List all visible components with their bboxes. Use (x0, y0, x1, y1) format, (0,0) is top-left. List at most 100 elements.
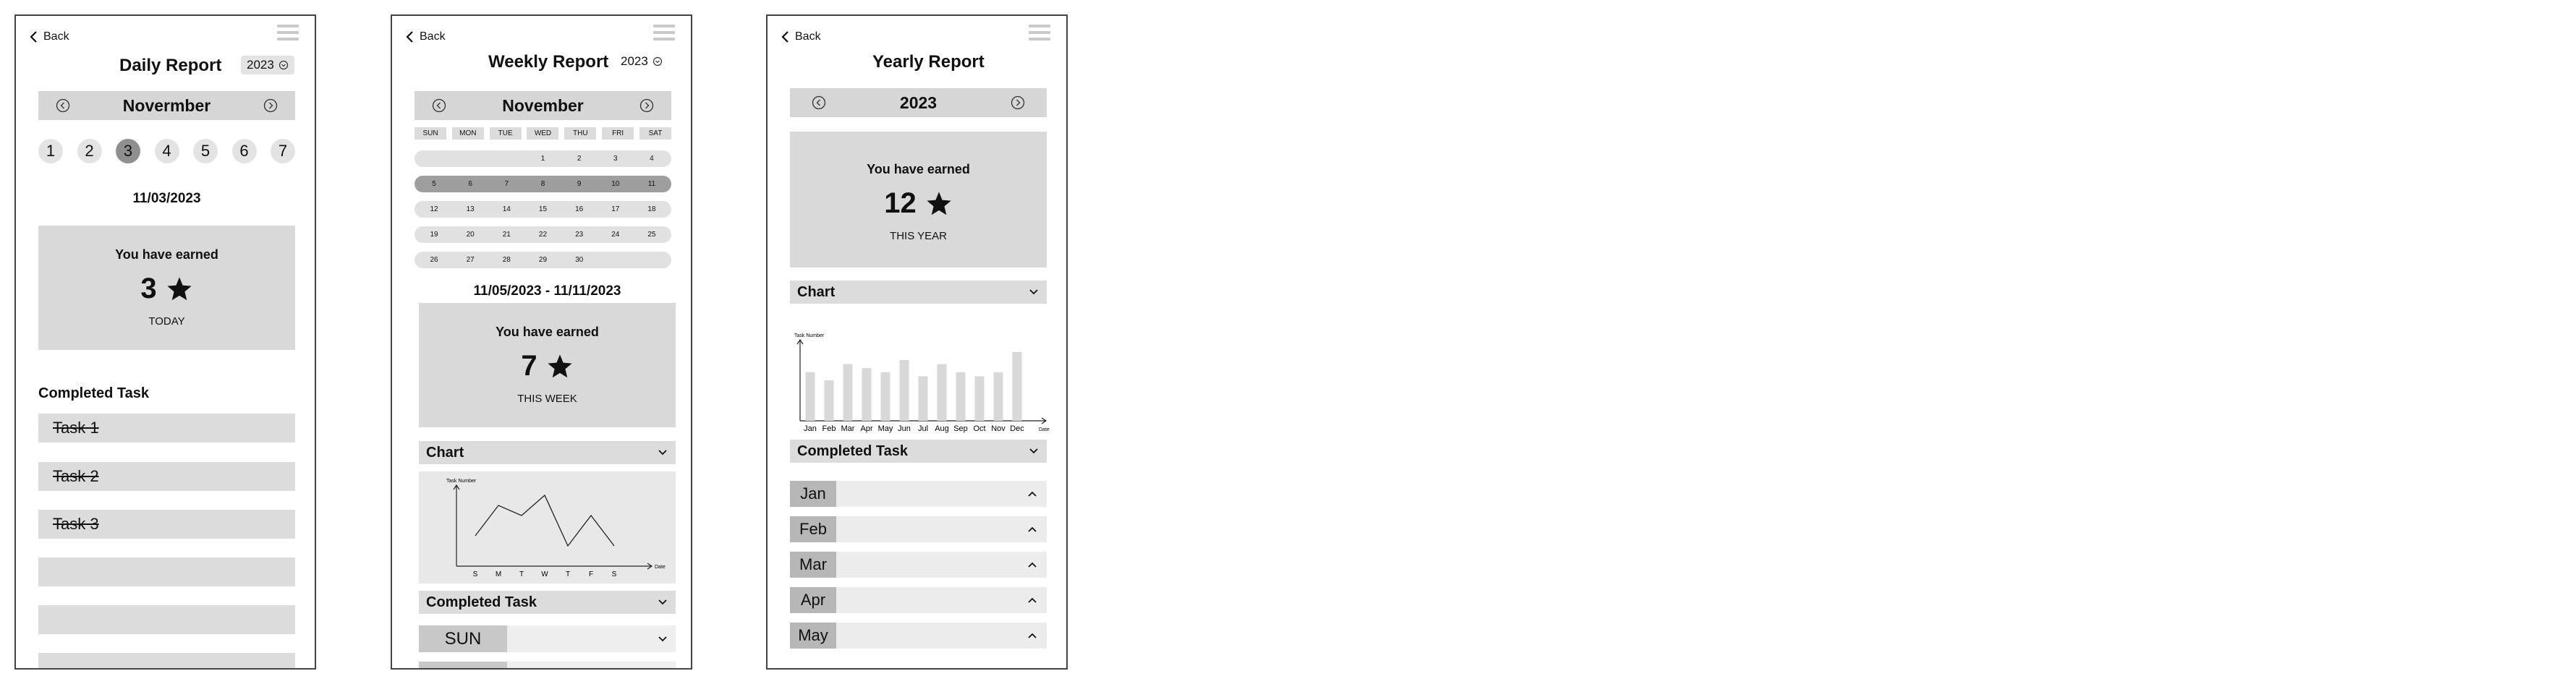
bar (899, 360, 909, 421)
task-item-empty[interactable] (38, 653, 295, 668)
earned-text: You have earned (867, 162, 970, 176)
year-selector[interactable]: 2023 (241, 56, 294, 74)
weekday-label: MON (451, 127, 484, 140)
calendar-week-row[interactable]: 1 2 3 4 (415, 150, 671, 167)
line-chart: Task Number Date S M T W T F S (446, 479, 666, 578)
day-button[interactable]: 5 (193, 139, 218, 163)
month-accordion-item[interactable]: Feb (790, 516, 1047, 542)
chevron-down-icon (1029, 448, 1038, 454)
calendar-day: 19 (430, 231, 438, 239)
weekday-label: THU (564, 127, 597, 140)
back-label: Back (795, 30, 821, 43)
x-tick-label: Apr (860, 424, 872, 433)
calendar-day: 27 (466, 256, 475, 264)
task-item[interactable]: Task 2 (38, 462, 295, 491)
y-axis-label: Task Number (446, 479, 477, 484)
day-button[interactable]: 4 (154, 139, 179, 163)
next-month-icon[interactable] (639, 98, 654, 113)
weekday-label: TUE (489, 127, 522, 140)
day-button[interactable]: 2 (77, 139, 102, 163)
x-axis-label: Date (1039, 427, 1050, 432)
calendar-day: 20 (466, 231, 475, 239)
back-button[interactable]: Back (781, 30, 821, 43)
task-item[interactable]: Task 3 (38, 510, 295, 539)
calendar-week-row[interactable]: 26 27 28 29 30 (415, 252, 671, 268)
selected-date: 11/03/2023 (132, 191, 201, 206)
calendar-week-row[interactable]: 12 13 14 15 16 17 18 (415, 201, 671, 218)
day-button[interactable]: 1 (38, 139, 63, 163)
back-button[interactable]: Back (405, 30, 446, 43)
task-item-empty[interactable] (38, 605, 295, 634)
previous-month-icon[interactable] (432, 98, 446, 113)
x-tick-label: Feb (822, 424, 836, 433)
calendar-day: 17 (611, 205, 620, 213)
month-accordion-label: May (790, 623, 836, 649)
back-button[interactable]: Back (29, 30, 69, 43)
x-tick-label: M (496, 570, 501, 578)
bar (993, 372, 1003, 421)
y-axis-label: Task Number (794, 333, 825, 338)
month-accordion-item[interactable]: Jan (790, 481, 1047, 507)
calendar-day: 7 (504, 180, 509, 188)
chevron-down-icon (658, 450, 667, 456)
bar (862, 368, 872, 421)
next-month-icon[interactable] (263, 98, 278, 113)
calendar-day: 9 (577, 180, 582, 188)
previous-month-icon[interactable] (56, 98, 70, 113)
star-icon (927, 191, 951, 215)
x-tick-label: Aug (935, 424, 949, 433)
day-button[interactable]: 6 (231, 139, 257, 163)
earned-value: 12 (884, 187, 917, 219)
completed-task-label: Completed Task (426, 594, 537, 610)
hamburger-menu-icon[interactable] (653, 25, 675, 43)
bar (843, 364, 853, 421)
completed-task-dropdown[interactable]: Completed Task (419, 591, 676, 614)
chevron-left-icon (781, 31, 788, 43)
year-selector[interactable]: 2023 (621, 54, 663, 69)
hamburger-menu-icon[interactable] (1029, 25, 1050, 43)
calendar-day: 11 (647, 180, 656, 188)
completed-task-dropdown[interactable]: Completed Task (790, 440, 1047, 463)
calendar-week-row[interactable]: 19 20 21 22 23 24 25 (415, 226, 671, 243)
task-item[interactable]: Task 1 (38, 414, 295, 443)
completed-task-title: Completed Task (38, 385, 149, 401)
bar-chart: Task Number Date Jan Feb Mar Apr May Jun Jul Aug S… (794, 333, 1050, 433)
day-accordion-item[interactable]: MON (419, 662, 676, 668)
hamburger-menu-icon[interactable] (277, 25, 299, 43)
calendar-day: 22 (538, 231, 548, 239)
calendar-day: 23 (575, 231, 584, 239)
calendar-day: 21 (502, 231, 511, 239)
previous-year-icon[interactable] (812, 95, 826, 110)
weekday-label: FRI (602, 127, 634, 140)
x-tick-label: W (541, 570, 548, 578)
x-tick-label: Dec (1010, 424, 1024, 433)
task-item-empty[interactable] (38, 557, 295, 586)
calendar-day: 14 (502, 205, 511, 213)
day-accordion-label: MON (419, 662, 507, 668)
chart-dropdown[interactable]: Chart (790, 281, 1047, 304)
day-accordion-label: SUN (419, 625, 507, 652)
next-year-icon[interactable] (1011, 95, 1025, 110)
x-tick-label: Oct (973, 424, 985, 433)
earned-text: You have earned (496, 325, 599, 339)
chevron-up-icon (1028, 491, 1037, 497)
bar (918, 376, 928, 421)
chart-dropdown[interactable]: Chart (419, 441, 676, 464)
month-accordion-item[interactable]: Apr (790, 587, 1047, 613)
x-tick-label: Nov (991, 424, 1006, 433)
bar (880, 372, 890, 421)
day-button[interactable]: 7 (271, 139, 295, 163)
x-tick-label: Jun (898, 424, 911, 433)
month-selector: November (415, 91, 671, 120)
calendar-day: 18 (647, 205, 656, 213)
calendar-week-row-selected[interactable]: 5 6 7 8 9 10 11 (415, 176, 671, 192)
month-accordion-item[interactable]: May (790, 623, 1047, 649)
calendar-day: 1 (540, 155, 545, 163)
month-accordion-item[interactable]: Mar (790, 552, 1047, 578)
x-tick-label: Mar (841, 424, 855, 433)
year-value: 2023 (621, 54, 648, 68)
month-label: November (502, 95, 584, 115)
series-line (475, 494, 615, 547)
day-button-selected[interactable]: 3 (116, 139, 140, 163)
day-accordion-item[interactable]: SUN (419, 625, 676, 652)
